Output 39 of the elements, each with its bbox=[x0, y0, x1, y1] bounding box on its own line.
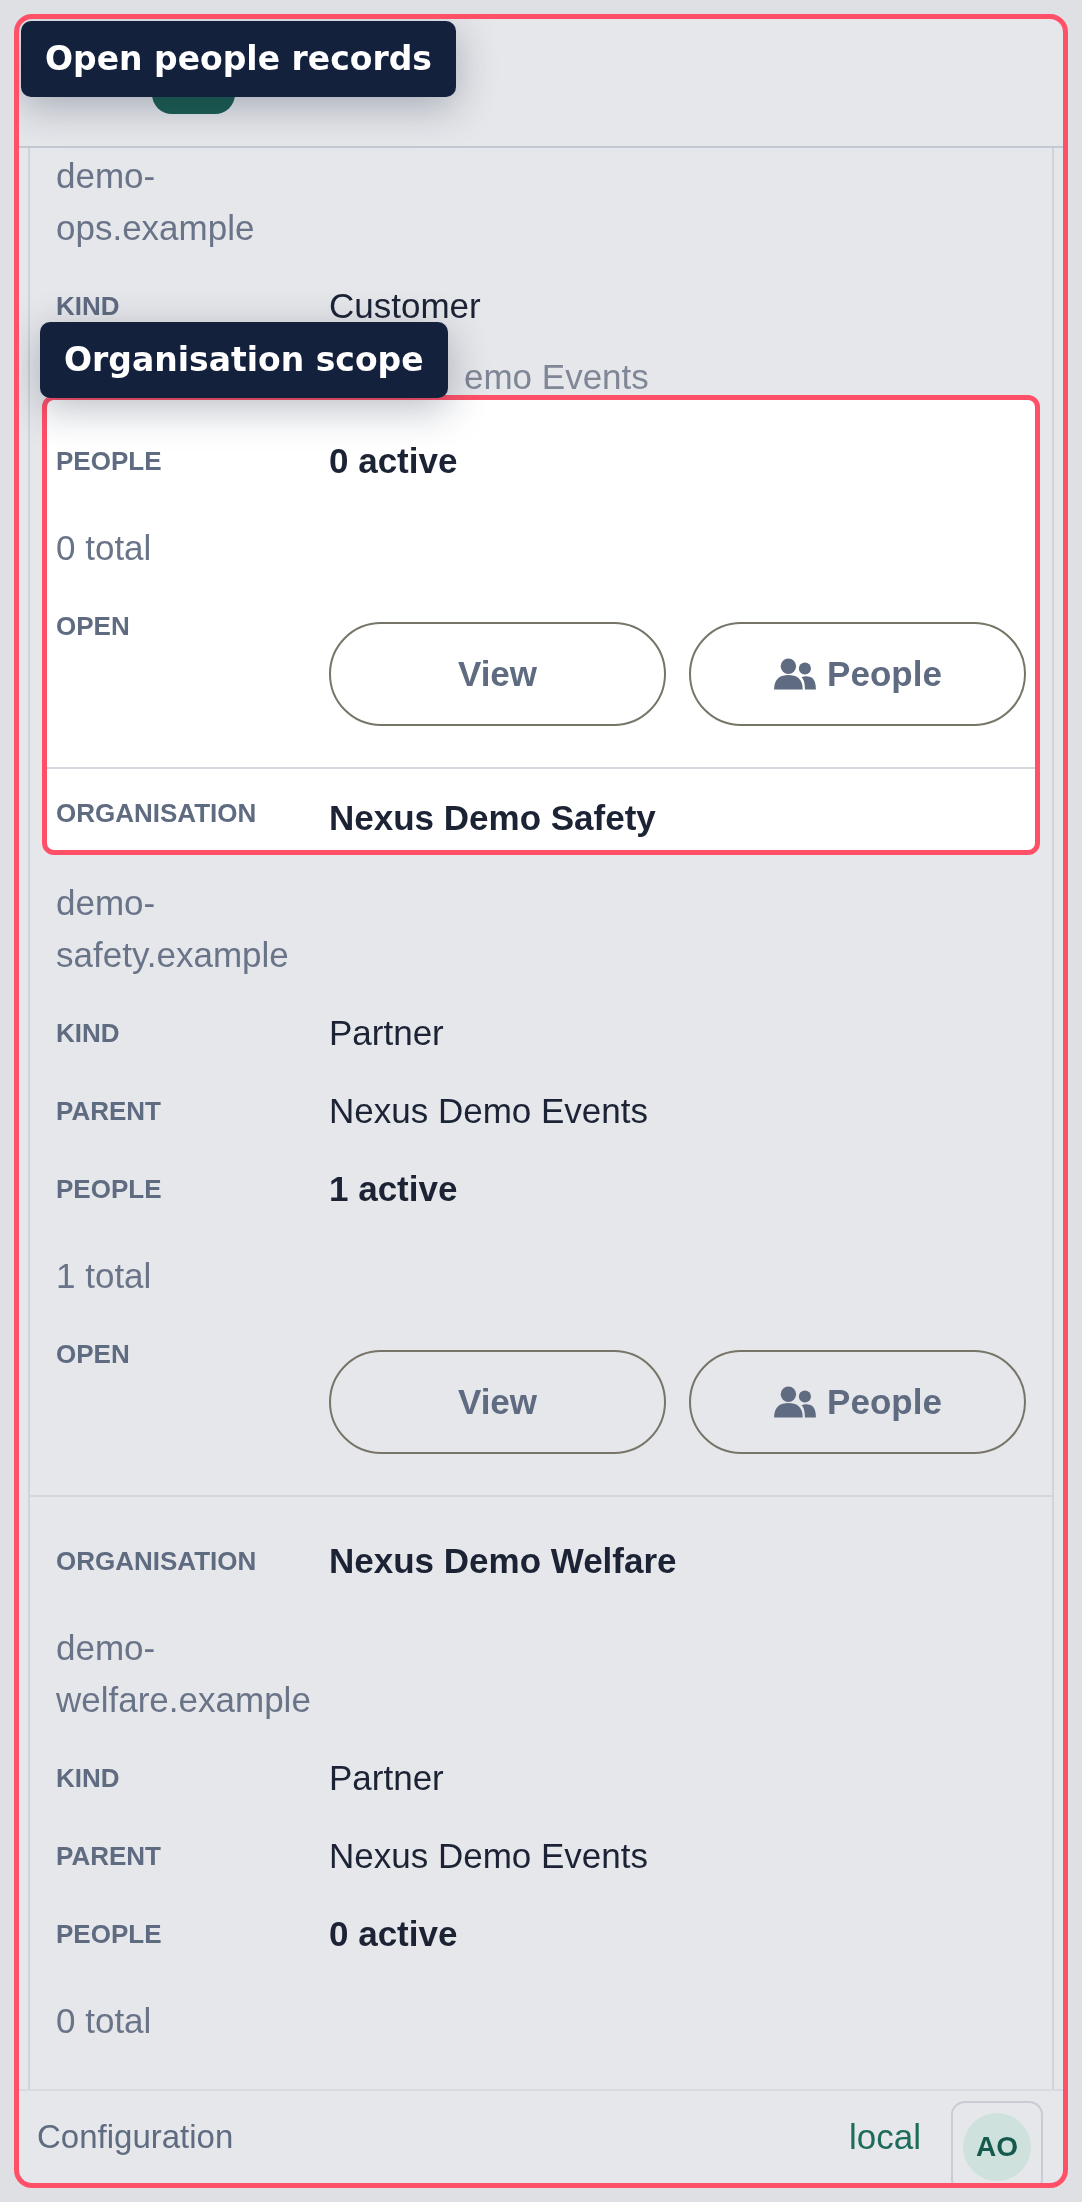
view-button[interactable]: View bbox=[329, 1350, 666, 1454]
people-button[interactable]: People bbox=[689, 1350, 1026, 1454]
note-text: demo-ops.example bbox=[56, 155, 256, 249]
field-label: KIND bbox=[56, 1017, 121, 1049]
field-value: Partner bbox=[329, 1013, 444, 1053]
note-text: 1 total bbox=[56, 1255, 153, 1297]
field-label: PEOPLE bbox=[56, 445, 163, 477]
field-value: emo Events bbox=[464, 357, 649, 397]
people-icon bbox=[773, 657, 818, 691]
field-value: Nexus Demo Safety bbox=[329, 798, 656, 838]
note-text: 0 total bbox=[56, 527, 153, 569]
field-value: Nexus Demo Events bbox=[329, 1836, 649, 1876]
environment-label: local bbox=[849, 2117, 921, 2157]
note-text: 0 total bbox=[56, 2000, 153, 2042]
tour-tooltip: Organisation scope bbox=[40, 322, 448, 398]
field-label: OPEN bbox=[56, 610, 131, 643]
field-label: PEOPLE bbox=[56, 1173, 163, 1205]
field-value: Nexus Demo Welfare bbox=[329, 1541, 677, 1581]
field-value: 0 active bbox=[329, 1914, 458, 1954]
field-label: ORGANISATION bbox=[56, 1545, 258, 1577]
note-text: demo-safety.example bbox=[56, 882, 290, 976]
field-value: 0 active bbox=[329, 441, 458, 481]
field-label: KIND bbox=[56, 290, 121, 322]
field-label: PARENT bbox=[56, 1095, 162, 1127]
people-icon bbox=[773, 1385, 818, 1419]
field-label: ORGANISATION bbox=[56, 798, 258, 829]
people-button[interactable]: People bbox=[689, 622, 1026, 726]
field-value: Nexus Demo Events bbox=[329, 1091, 649, 1131]
field-label: PARENT bbox=[56, 1840, 162, 1872]
field-label: OPEN bbox=[56, 1338, 131, 1371]
field-label: KIND bbox=[56, 1762, 121, 1794]
footer-title: Configuration bbox=[37, 2118, 235, 2156]
field-value: Partner bbox=[329, 1758, 444, 1798]
view-button[interactable]: View bbox=[329, 622, 666, 726]
tour-tooltip: Open people records bbox=[21, 21, 456, 97]
field-value: 1 active bbox=[329, 1169, 458, 1209]
note-text: demo-welfare.example bbox=[56, 1627, 312, 1721]
account-button[interactable]: AO bbox=[951, 2101, 1043, 2183]
field-label: PEOPLE bbox=[56, 1918, 163, 1950]
